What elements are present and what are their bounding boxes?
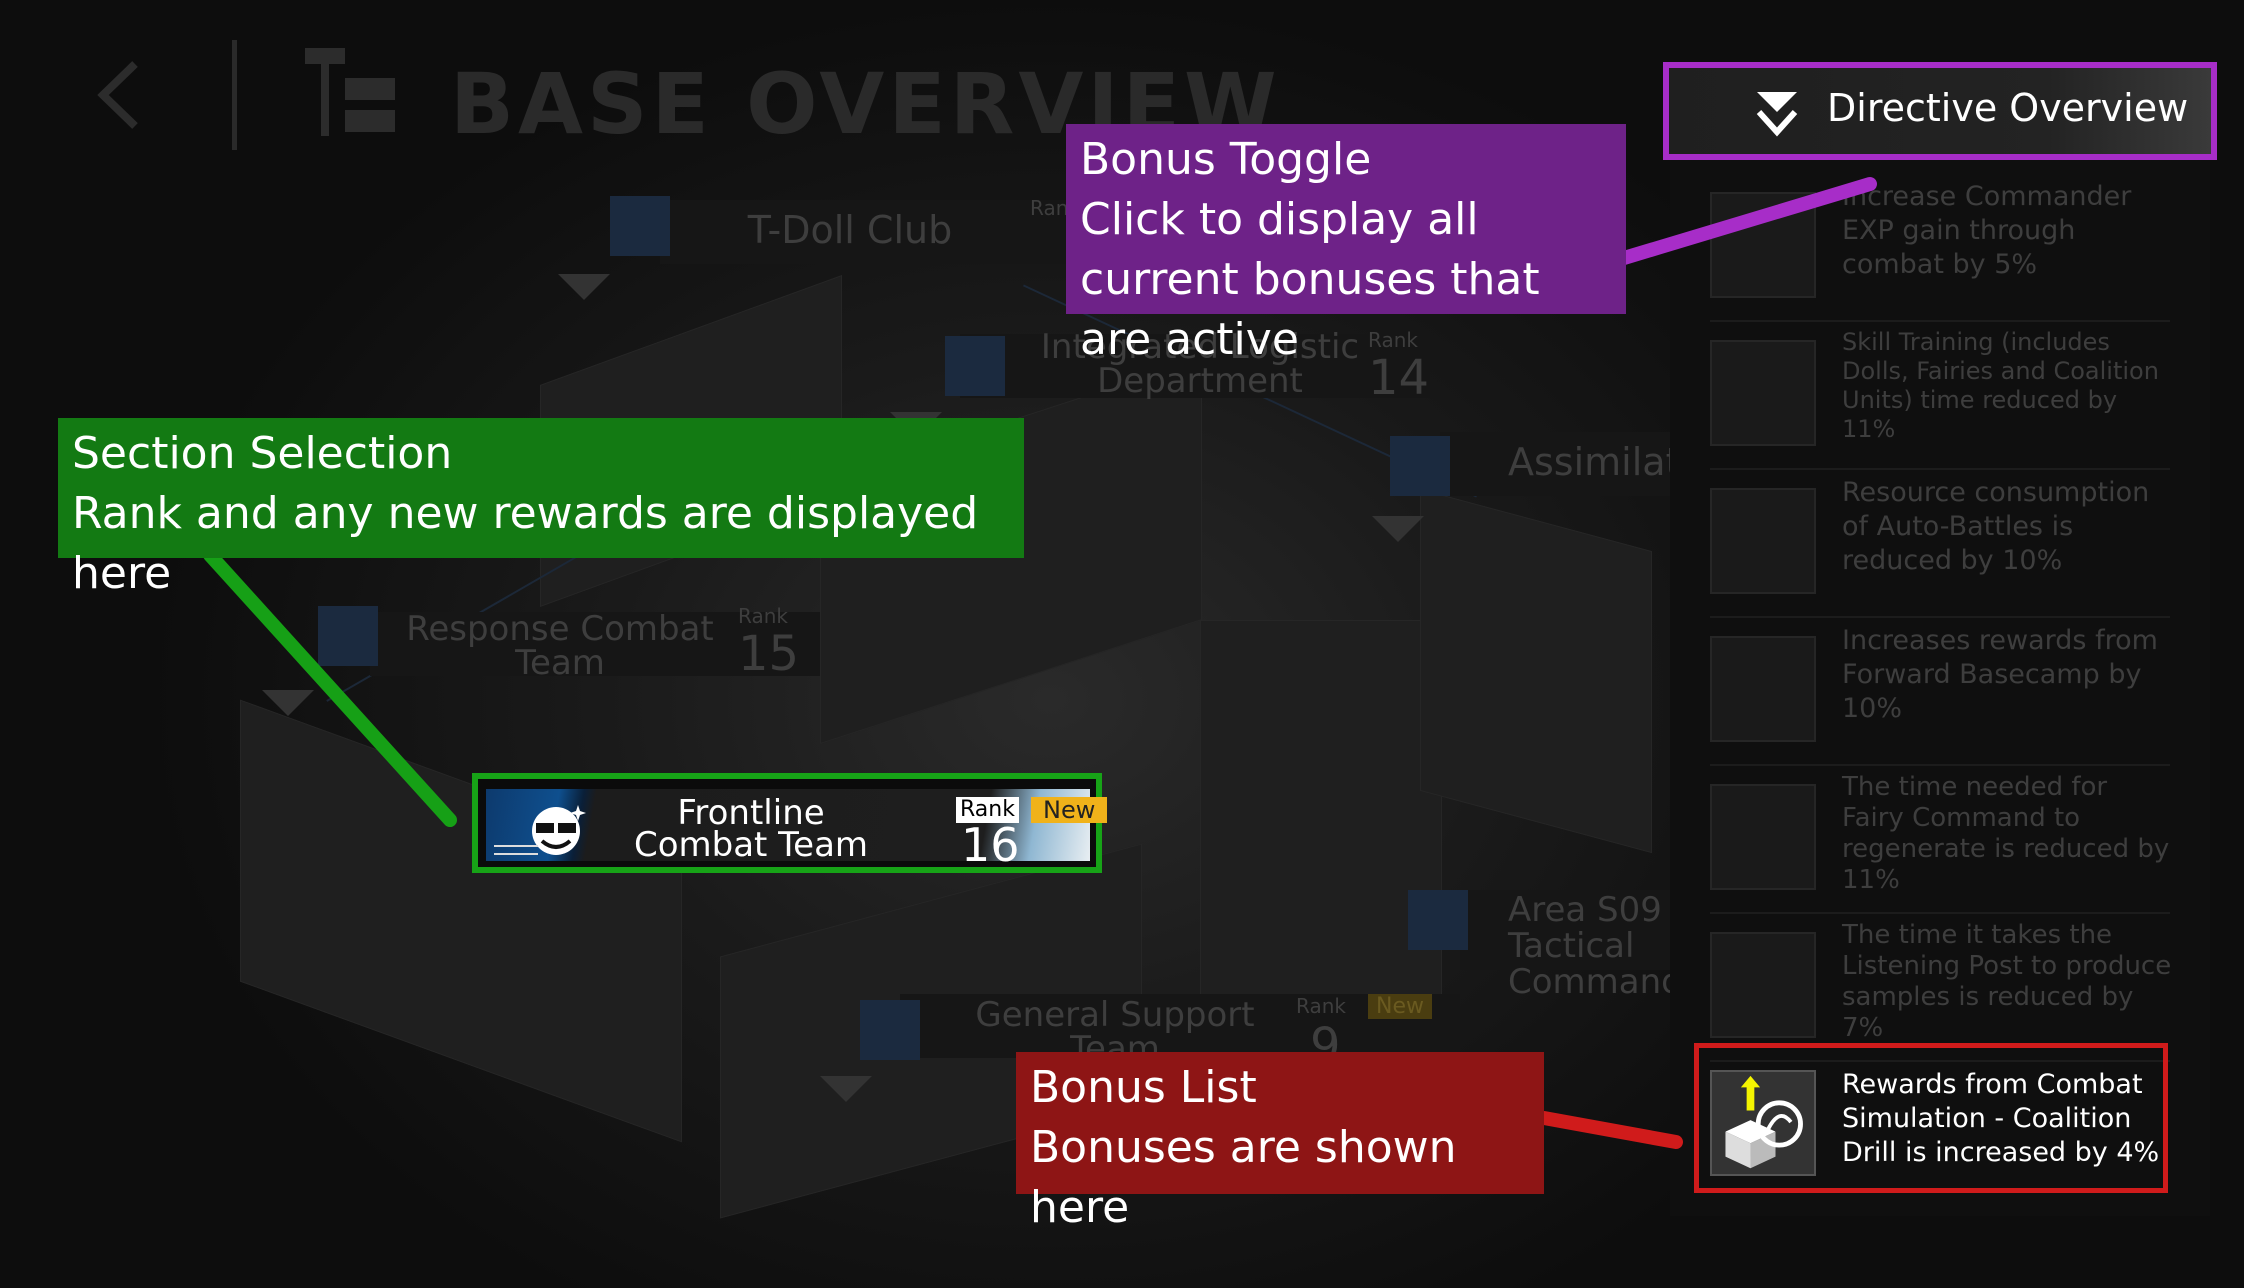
annotation-section-selection: Section Selection Rank and any new rewar…	[58, 418, 1024, 599]
annotation-text: Bonuses are shown here	[1030, 1122, 1457, 1233]
annotation-title: Bonus List	[1030, 1062, 1257, 1113]
annotation-title: Section Selection	[72, 428, 453, 479]
annotation-bonus-list: Bonus List Bonuses are shown here	[1016, 1052, 1544, 1233]
annotation-title: Bonus Toggle	[1080, 134, 1372, 185]
annotation-text: Click to display all current bonuses tha…	[1080, 194, 1540, 365]
annotation-bonus-toggle: Bonus Toggle Click to display all curren…	[1066, 124, 1626, 365]
annotation-text: Rank and any new rewards are displayed h…	[72, 488, 979, 599]
